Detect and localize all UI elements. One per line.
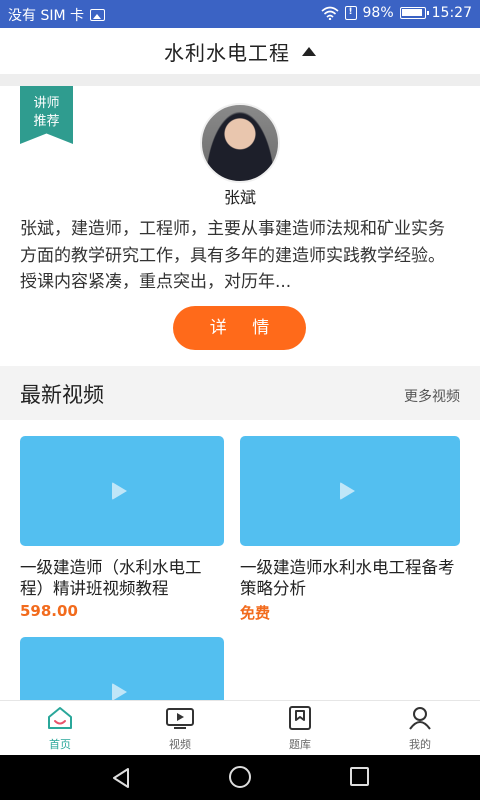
video-title[interactable]: 一级建造师（水利水电工程）精讲班视频教程: [20, 557, 224, 599]
wifi-icon: [320, 6, 339, 20]
battery-icon: [399, 7, 429, 19]
ribbon-line-2: 推荐: [33, 114, 60, 129]
section-title: 最新视频: [20, 383, 104, 407]
ribbon-line-1: 讲师: [33, 96, 60, 111]
video-card[interactable]: 一级建造师（水利水电工程）精讲班视频教程 598.00: [20, 436, 224, 620]
tab-video[interactable]: 视频: [120, 701, 240, 755]
video-price: 598.00: [20, 602, 78, 620]
tab-label[interactable]: 首页: [49, 736, 71, 752]
teacher-name: 张斌: [223, 188, 256, 207]
clock: 15:27: [431, 5, 472, 21]
tv-icon[interactable]: [165, 705, 195, 731]
play-icon: [112, 683, 127, 701]
tab-home[interactable]: 首页: [0, 701, 120, 755]
battery-percent: 98%: [362, 5, 394, 21]
status-bar: 没有 SIM 卡 ! 98% 15:27: [0, 0, 480, 28]
video-list: 一级建造师（水利水电工程）精讲班视频教程 598.00 一级建造师水利水电工程备…: [0, 420, 480, 703]
play-icon: [340, 482, 355, 500]
sim-alert-icon: !: [344, 6, 357, 20]
carrier-text: 没有 SIM 卡: [8, 8, 84, 24]
video-title[interactable]: 一级建造师水利水电工程备考策略分析: [240, 557, 460, 599]
teacher-card: 讲师 推荐 张斌 张斌，建造师，工程师，主要从事建造师法规和矿业实务方面的教学研…: [0, 86, 480, 366]
video-card[interactable]: 一级建造师水利水电工程备考策略分析 免费: [240, 436, 460, 623]
video-thumbnail[interactable]: [20, 637, 224, 703]
video-card[interactable]: [20, 637, 224, 703]
more-videos-link[interactable]: 更多视频: [404, 386, 460, 406]
home-circle-icon[interactable]: [229, 766, 251, 788]
tab-profile[interactable]: 我的: [360, 701, 480, 755]
title-bar[interactable]: 水利水电工程: [0, 28, 480, 74]
recommend-ribbon: 讲师 推荐: [20, 86, 73, 144]
image-notification-icon: [90, 9, 105, 21]
home-icon[interactable]: [45, 705, 75, 731]
video-thumbnail[interactable]: [20, 436, 224, 546]
video-thumbnail[interactable]: [240, 436, 460, 546]
bottom-tab-bar: 首页 视频 题库 我的: [0, 700, 480, 755]
page-title[interactable]: 水利水电工程: [164, 37, 290, 66]
teacher-description: 张斌，建造师，工程师，主要从事建造师法规和矿业实务方面的教学研究工作，具有多年的…: [20, 219, 445, 292]
tab-label[interactable]: 我的: [409, 736, 431, 752]
system-nav-bar: [0, 755, 480, 800]
latest-videos-header: 最新视频 更多视频: [0, 366, 480, 420]
caret-up-icon[interactable]: [302, 46, 316, 56]
user-icon[interactable]: [405, 705, 435, 731]
recent-apps-icon[interactable]: [350, 767, 369, 786]
divider: [0, 74, 480, 86]
tab-label[interactable]: 题库: [289, 736, 311, 752]
tab-question-bank[interactable]: 题库: [240, 701, 360, 755]
play-icon: [112, 482, 127, 500]
video-price: 免费: [240, 604, 271, 622]
tab-label[interactable]: 视频: [169, 736, 191, 752]
back-icon[interactable]: [110, 767, 132, 789]
teacher-avatar: [200, 103, 280, 183]
detail-button[interactable]: 详 情: [173, 306, 306, 350]
bookmark-icon[interactable]: [285, 705, 315, 731]
